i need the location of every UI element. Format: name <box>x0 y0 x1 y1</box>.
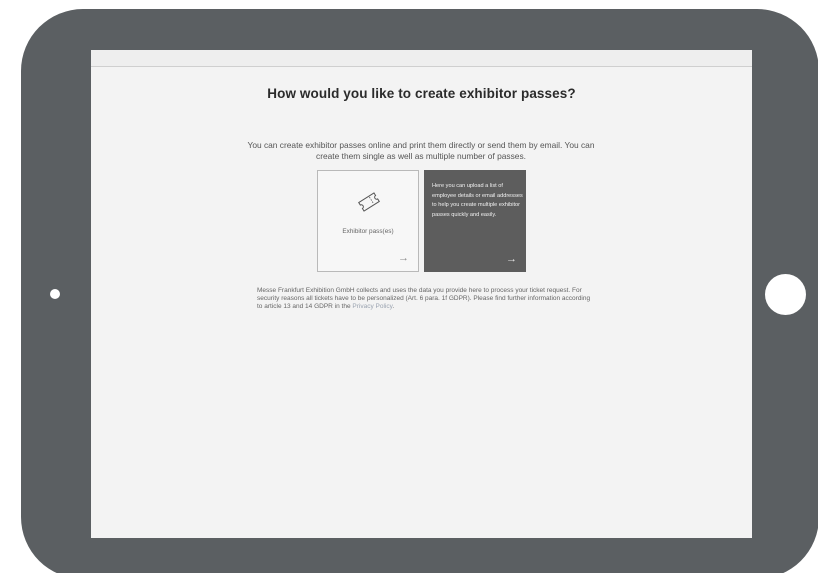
arrow-right-icon[interactable]: → <box>506 254 517 265</box>
arrow-right-icon[interactable]: → <box>398 253 409 264</box>
home-button[interactable] <box>765 274 806 315</box>
camera-dot <box>50 289 60 299</box>
exhibitor-pass-option-card[interactable]: Exhibitor pass(es) → <box>317 170 419 272</box>
upload-list-option-card[interactable]: Here you can upload a list of employee d… <box>424 170 526 272</box>
top-bar <box>91 50 752 67</box>
ticket-icon <box>358 192 380 212</box>
screen: How would you like to create exhibitor p… <box>91 50 752 538</box>
upload-list-description: Here you can upload a list of employee d… <box>432 183 523 219</box>
privacy-policy-link[interactable]: Privacy Policy <box>352 303 392 310</box>
exhibitor-pass-option-label: Exhibitor pass(es) <box>342 228 394 235</box>
page-title: How would you like to create exhibitor p… <box>267 86 576 101</box>
privacy-notice-end: . <box>392 303 395 311</box>
privacy-notice: Messe Frankfurt Exhibition GmbH collects… <box>257 287 597 312</box>
intro-text: You can create exhibitor passes online a… <box>247 140 595 161</box>
privacy-notice-text: Messe Frankfurt Exhibition GmbH collects… <box>257 287 591 311</box>
